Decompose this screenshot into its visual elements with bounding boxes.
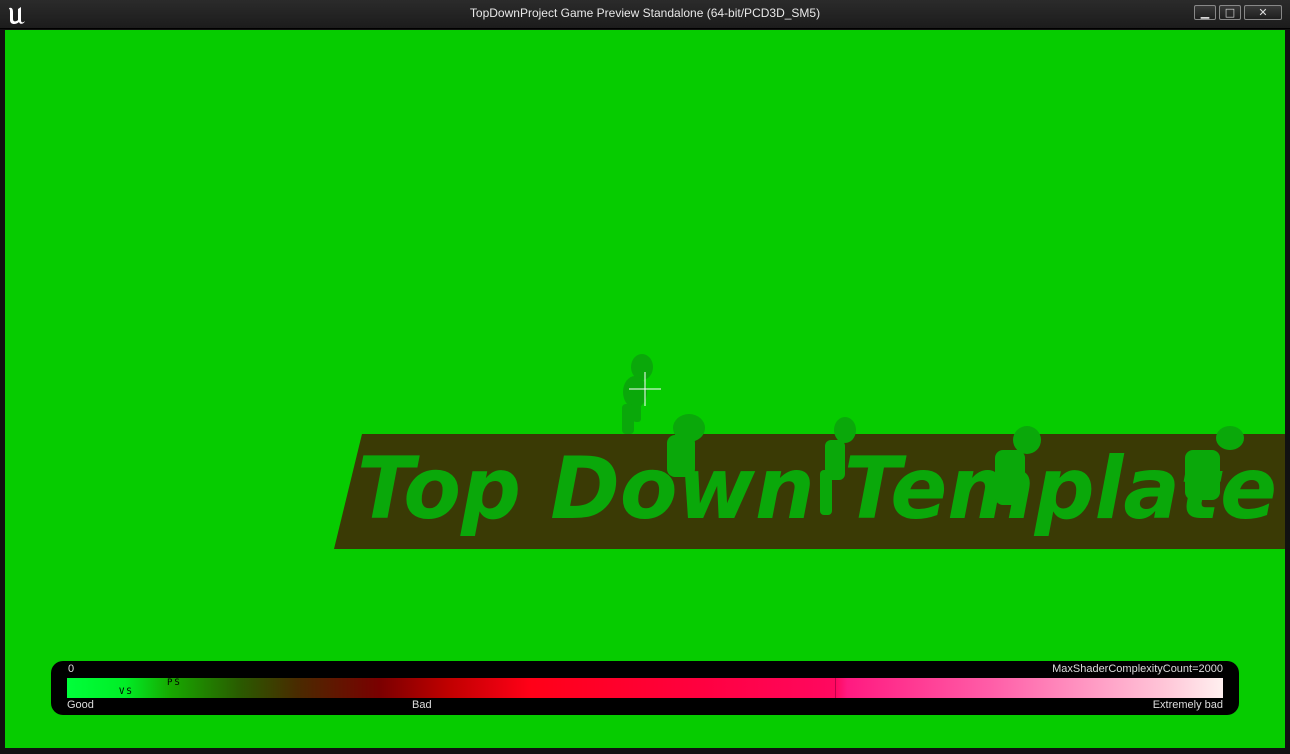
legend-extreme-label: Extremely bad bbox=[1152, 699, 1223, 711]
window-title: TopDownProject Game Preview Standalone (… bbox=[469, 6, 821, 20]
vs-marker: VS bbox=[119, 687, 134, 697]
gradient-divider bbox=[835, 678, 836, 698]
complexity-gradient-bar: VS PS bbox=[67, 678, 1223, 698]
title-bar[interactable]: TopDownProject Game Preview Standalone (… bbox=[0, 0, 1290, 29]
close-button[interactable]: ✕ bbox=[1244, 5, 1282, 20]
player-character[interactable] bbox=[622, 354, 653, 434]
banner-title: Top Down Template bbox=[357, 439, 1277, 539]
shader-complexity-legend: 0 MaxShaderComplexityCount=2000 VS PS Go… bbox=[51, 661, 1239, 715]
game-viewport[interactable]: Top Down Template 0 MaxShaderComplexityC… bbox=[5, 30, 1285, 748]
game-window: TopDownProject Game Preview Standalone (… bbox=[0, 0, 1290, 754]
legend-bad-label: Bad bbox=[412, 699, 432, 711]
game-scene: Top Down Template bbox=[334, 354, 1285, 549]
maximize-button[interactable]: □ bbox=[1219, 5, 1241, 20]
minimize-button[interactable]: ▁ bbox=[1194, 5, 1216, 20]
legend-good-label: Good bbox=[67, 699, 94, 711]
ps-marker: PS bbox=[167, 678, 182, 688]
legend-min-value: 0 bbox=[68, 663, 75, 675]
legend-max-label: MaxShaderComplexityCount=2000 bbox=[1052, 663, 1223, 675]
